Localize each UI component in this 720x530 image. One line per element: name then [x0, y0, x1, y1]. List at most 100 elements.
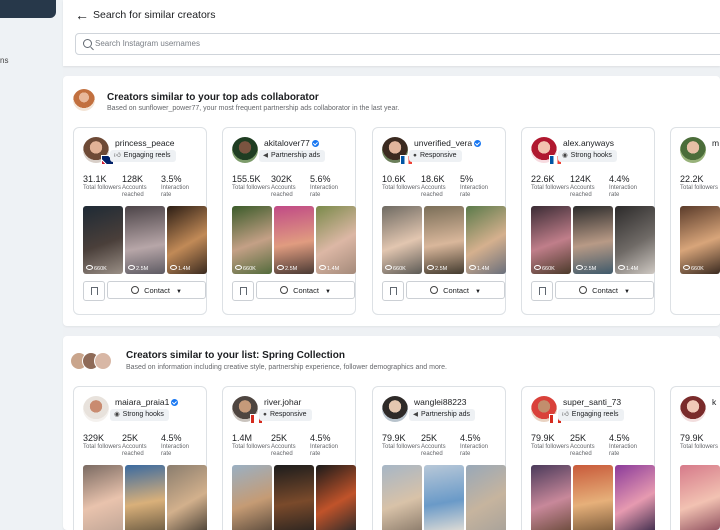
creator-handle-text: akitalover77: [264, 138, 310, 148]
creator-handle[interactable]: wanglei88223: [414, 397, 466, 407]
creator-tag: 👍︎ Engaging reels: [558, 409, 624, 421]
content-thumbnail[interactable]: [83, 465, 123, 530]
creator-card[interactable]: super_santi_73 👍︎ Engaging reels 79.9K Total…: [521, 386, 655, 530]
back-arrow-icon[interactable]: ←: [75, 7, 89, 23]
section-top-ads-collaborator: Creators similar to your top ads collabo…: [63, 76, 720, 326]
creator-card[interactable]: alex.anyways ◉ Strong hooks 22.6K Total foll…: [521, 127, 655, 315]
contact-button[interactable]: Contact ▼: [555, 281, 654, 299]
views-count: 1.4M: [626, 266, 639, 272]
content-thumbnail[interactable]: 1.4M: [167, 206, 207, 274]
content-thumbnail[interactable]: [531, 465, 571, 530]
content-thumbnail[interactable]: [316, 465, 356, 530]
content-thumbnail[interactable]: 660K: [680, 206, 720, 274]
thumbnail-views: 660K: [534, 265, 555, 272]
page-title: Search for similar creators: [93, 9, 216, 21]
sidebar-header-block: [0, 0, 56, 18]
save-creator-button[interactable]: [531, 281, 553, 301]
stat-label: Interaction rate: [609, 444, 638, 457]
creator-card[interactable]: maiara_praia1 ◉ Strong hooks 329K Total foll…: [73, 386, 207, 530]
caret-down-icon: ▼: [324, 289, 331, 295]
content-thumbnail[interactable]: [466, 465, 506, 530]
creator-handle[interactable]: princess_peace: [115, 138, 175, 148]
save-creator-button[interactable]: [232, 281, 254, 301]
creator-stat: 25K Accounts reached: [271, 433, 311, 458]
content-thumbnail[interactable]: [167, 465, 207, 530]
card-actions: Contact ▼: [531, 281, 654, 301]
content-thumbnail[interactable]: [573, 465, 613, 530]
content-thumbnail[interactable]: 1.4M: [316, 206, 356, 274]
search-header: ← Search for similar creators: [63, 0, 720, 66]
creator-card[interactable]: river.johar ● Responsive 1.4M Total follower…: [222, 386, 356, 530]
creator-avatar[interactable]: [83, 396, 109, 422]
content-thumbnail[interactable]: 660K: [531, 206, 571, 274]
creator-card[interactable]: k 79.9K Total followers: [670, 386, 720, 530]
contact-button[interactable]: Contact ▼: [256, 281, 355, 299]
content-thumbnail[interactable]: 2.5M: [573, 206, 613, 274]
contact-button[interactable]: Contact ▼: [107, 281, 206, 299]
save-creator-button[interactable]: [83, 281, 105, 301]
content-thumbnail[interactable]: 1.4M: [466, 206, 506, 274]
content-thumbnail[interactable]: 660K: [382, 206, 422, 274]
creator-card[interactable]: m 22.2K Total followers 660K: [670, 127, 720, 315]
content-thumbnail[interactable]: [232, 465, 272, 530]
creator-handle[interactable]: maiara_praia1: [115, 397, 179, 407]
creator-tag-label: Strong hooks: [122, 411, 164, 418]
section-subtitle: Based on sunflower_power77, your most fr…: [107, 105, 400, 112]
creator-stat: 302K Accounts reached: [271, 174, 311, 199]
eye-icon: [618, 265, 625, 270]
creator-handle[interactable]: super_santi_73: [563, 397, 621, 407]
stat-label: Total followers: [531, 185, 570, 191]
section-title: Creators similar to your list: Spring Co…: [126, 350, 345, 361]
creator-avatar[interactable]: [382, 396, 408, 422]
creator-card[interactable]: princess_peace 👍︎ Engaging reels 31.1K Total…: [73, 127, 207, 315]
eye-icon: [576, 265, 583, 270]
content-thumbnail[interactable]: [274, 465, 314, 530]
content-thumbnail[interactable]: 660K: [232, 206, 272, 274]
creator-tag-label: Partnership ads: [271, 152, 321, 159]
search-bar[interactable]: [75, 33, 720, 55]
content-thumbnail[interactable]: 2.5M: [424, 206, 464, 274]
content-thumbnail[interactable]: [615, 465, 655, 530]
thumbnail-views: 2.5M: [427, 265, 447, 272]
creator-handle[interactable]: river.johar: [264, 397, 301, 407]
content-thumbnail[interactable]: [680, 465, 720, 530]
creator-avatar[interactable]: [680, 137, 706, 163]
stat-value: 79.9K: [382, 433, 406, 443]
creator-handle-text: unverified_vera: [414, 138, 473, 148]
creator-handle[interactable]: unverified_vera: [414, 138, 482, 148]
content-thumbnail[interactable]: 660K: [83, 206, 123, 274]
stat-value: 4.5%: [310, 433, 331, 443]
contact-button[interactable]: Contact ▼: [406, 281, 505, 299]
creator-handle-text: river.johar: [264, 397, 302, 407]
content-thumbnail[interactable]: 2.5M: [274, 206, 314, 274]
creator-card[interactable]: akitalover77 ◀ Partnership ads 155.5K Total …: [222, 127, 356, 315]
creator-card[interactable]: unverified_vera ● Responsive 10.6K Total fol…: [372, 127, 506, 315]
creator-tag-label: Partnership ads: [421, 411, 471, 418]
search-input[interactable]: [95, 37, 695, 50]
eye-icon: [170, 265, 177, 270]
stat-label: Total followers: [382, 185, 421, 191]
stat-value: 79.9K: [531, 433, 555, 443]
sidebar-label-fragment[interactable]: ns: [0, 56, 8, 65]
creator-avatar[interactable]: [680, 396, 706, 422]
content-thumbnail[interactable]: [382, 465, 422, 530]
creator-handle[interactable]: akitalover77: [264, 138, 319, 148]
creator-handle[interactable]: m: [712, 138, 719, 148]
stat-label: Accounts reached: [271, 185, 296, 198]
creator-stat: 329K Total followers: [83, 433, 123, 451]
stat-label: Total followers: [531, 444, 570, 450]
creator-handle[interactable]: k: [712, 397, 716, 407]
save-creator-button[interactable]: [382, 281, 404, 301]
content-thumbnail[interactable]: [424, 465, 464, 530]
content-thumbnail[interactable]: [125, 465, 165, 530]
creator-avatar[interactable]: [232, 137, 258, 163]
stat-value: 1.4M: [232, 433, 253, 443]
creator-stat: 124K Accounts reached: [570, 174, 610, 199]
content-thumbnail[interactable]: 2.5M: [125, 206, 165, 274]
creator-handle[interactable]: alex.anyways: [563, 138, 614, 148]
content-thumbnail[interactable]: 1.4M: [615, 206, 655, 274]
stat-label: Interaction rate: [310, 444, 339, 457]
stat-label: Total followers: [680, 444, 719, 450]
creator-card[interactable]: wanglei88223 ◀ Partnership ads 79.9K Total f…: [372, 386, 506, 530]
creator-tag-label: Responsive: [419, 152, 457, 159]
